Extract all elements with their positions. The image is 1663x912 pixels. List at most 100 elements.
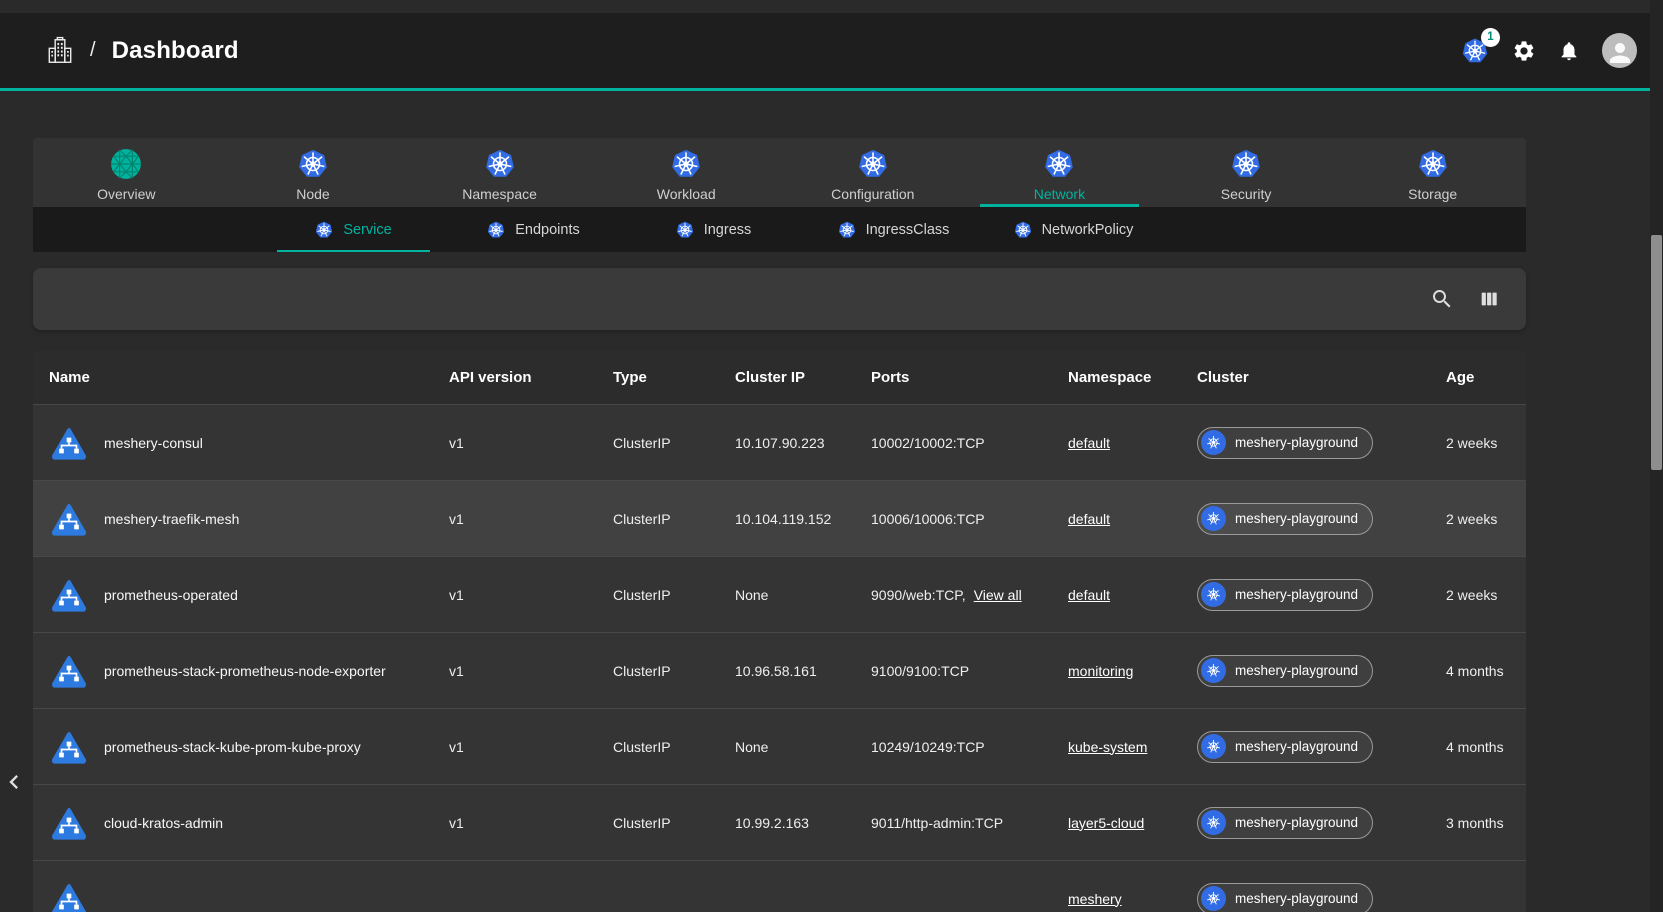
column-header-cluster[interactable]: Cluster (1197, 369, 1446, 386)
namespace-link[interactable]: default (1068, 587, 1110, 603)
network-resource-tabs: Service Endpoints IngressIngressClassNetwo… (33, 207, 1526, 252)
ports-value: 9090/web:TCP, (871, 587, 966, 603)
namespace-cell: default (1068, 511, 1197, 527)
service-name: cloud-kratos-admin (104, 815, 223, 831)
kubernetes-icon (1013, 220, 1033, 240)
name-cell: cloud-kratos-admin (49, 803, 449, 843)
ports-cell: 9011/http-admin:TCP (871, 815, 1068, 831)
header-actions: 1 (1460, 33, 1637, 68)
settings-button[interactable] (1512, 39, 1536, 63)
type-cell: ClusterIP (613, 435, 735, 451)
tab-workload[interactable]: Workload (593, 138, 780, 207)
cluster-chip[interactable]: meshery-playground (1197, 807, 1373, 839)
cluster-chip[interactable]: meshery-playground (1197, 883, 1373, 912)
cluster-chip[interactable]: meshery-playground (1197, 655, 1373, 687)
view-all-link[interactable]: View all (974, 587, 1022, 603)
subtab-networkpolicy[interactable]: NetworkPolicy (983, 207, 1163, 252)
tab-network[interactable]: Network (966, 138, 1153, 207)
tab-storage[interactable]: Storage (1339, 138, 1526, 207)
tab-label: Overview (97, 186, 155, 202)
cluster-ip-cell: None (735, 587, 871, 603)
type-cell: ClusterIP (613, 739, 735, 755)
table-row[interactable]: prometheus-operatedv1ClusterIPNone9090/w… (33, 556, 1526, 632)
subtab-label: Endpoints (515, 222, 580, 238)
namespace-cell: meshery (1068, 891, 1197, 907)
namespace-link[interactable]: kube-system (1068, 739, 1147, 755)
subtab-service[interactable]: Service (263, 207, 443, 252)
user-avatar[interactable] (1602, 33, 1637, 68)
kubernetes-icon (1201, 582, 1226, 607)
namespace-cell: monitoring (1068, 663, 1197, 679)
column-header-type[interactable]: Type (613, 369, 735, 386)
namespace-cell: kube-system (1068, 739, 1197, 755)
cluster-cell: meshery-playground (1197, 807, 1446, 839)
column-header-age[interactable]: Age (1446, 369, 1526, 386)
column-header-cluster-ip[interactable]: Cluster IP (735, 369, 871, 386)
column-header-name[interactable]: Name (49, 369, 449, 386)
ports-cell: 10006/10006:TCP (871, 511, 1068, 527)
column-header-ports[interactable]: Ports (871, 369, 1068, 386)
kubernetes-context-button[interactable]: 1 (1460, 36, 1490, 66)
cluster-chip-label: meshery-playground (1235, 663, 1358, 678)
cluster-cell: meshery-playground (1197, 579, 1446, 611)
subtab-ingress[interactable]: Ingress (623, 207, 803, 252)
cluster-chip[interactable]: meshery-playground (1197, 427, 1373, 459)
view-columns-icon (1478, 288, 1500, 310)
view-columns-button[interactable] (1478, 288, 1500, 310)
kubernetes-icon (837, 220, 857, 240)
type-cell: ClusterIP (613, 587, 735, 603)
table-row[interactable]: cloud-kratos-adminv1ClusterIP10.99.2.163… (33, 784, 1526, 860)
service-name: meshery-consul (104, 435, 203, 451)
namespace-link[interactable]: meshery (1068, 891, 1122, 907)
table-row[interactable]: meshery-traefik-meshv1ClusterIP10.104.11… (33, 480, 1526, 556)
table-row[interactable]: meshery-consulv1ClusterIP10.107.90.22310… (33, 404, 1526, 480)
subtab-endpoints[interactable]: Endpoints (443, 207, 623, 252)
namespace-link[interactable]: monitoring (1068, 663, 1133, 679)
table-row[interactable]: prometheus-stack-kube-prom-kube-proxyv1C… (33, 708, 1526, 784)
tab-namespace[interactable]: Namespace (406, 138, 593, 207)
cluster-chip[interactable]: meshery-playground (1197, 503, 1373, 535)
search-button[interactable] (1430, 287, 1454, 311)
type-cell: ClusterIP (613, 815, 735, 831)
header-accent-line (0, 88, 1663, 91)
service-name: prometheus-operated (104, 587, 238, 603)
cluster-chip[interactable]: meshery-playground (1197, 579, 1373, 611)
tab-node[interactable]: Node (220, 138, 407, 207)
namespace-link[interactable]: layer5-cloud (1068, 815, 1144, 831)
cluster-chip-label: meshery-playground (1235, 435, 1358, 450)
subtab-label: Service (343, 222, 391, 238)
tab-security[interactable]: Security (1153, 138, 1340, 207)
namespace-link[interactable]: default (1068, 511, 1110, 527)
notifications-button[interactable] (1558, 40, 1580, 62)
table-row[interactable]: meshery meshery-playground (33, 860, 1526, 912)
column-header-api-version[interactable]: API version (449, 369, 613, 386)
subtab-ingressclass[interactable]: IngressClass (803, 207, 983, 252)
column-header-namespace[interactable]: Namespace (1068, 369, 1197, 386)
ports-value: 9011/http-admin:TCP (871, 815, 1003, 831)
scrollbar-thumb[interactable] (1651, 235, 1662, 470)
table-body: meshery-consulv1ClusterIP10.107.90.22310… (33, 404, 1526, 912)
tab-overview[interactable]: Overview (33, 138, 220, 207)
resource-category-tabs: Overview Node Namespace WorkloadConfigurati… (33, 138, 1526, 207)
drawer-collapse-button[interactable] (0, 768, 28, 799)
api-version-cell: v1 (449, 511, 613, 527)
organization-building-icon[interactable] (46, 36, 74, 66)
cluster-chip[interactable]: meshery-playground (1197, 731, 1373, 763)
tab-configuration[interactable]: Configuration (780, 138, 967, 207)
services-table: NameAPI versionTypeCluster IPPortsNamesp… (33, 350, 1526, 912)
table-row[interactable]: prometheus-stack-prometheus-node-exporte… (33, 632, 1526, 708)
cluster-chip-label: meshery-playground (1235, 891, 1358, 906)
tab-label: Namespace (462, 186, 537, 202)
name-cell: prometheus-stack-kube-prom-kube-proxy (49, 727, 449, 767)
ports-cell: 9090/web:TCP, View all (871, 587, 1068, 603)
cluster-ip-cell: 10.107.90.223 (735, 435, 871, 451)
window-scrollbar[interactable] (1650, 0, 1663, 912)
app-header: / Dashboard 1 (0, 13, 1663, 88)
tab-label: Network (1034, 186, 1085, 202)
namespace-link[interactable]: default (1068, 435, 1110, 451)
kubernetes-icon (856, 147, 890, 181)
cluster-ip-cell: 10.99.2.163 (735, 815, 871, 831)
type-cell: ClusterIP (613, 663, 735, 679)
ports-value: 10006/10006:TCP (871, 511, 985, 527)
namespace-cell: default (1068, 435, 1197, 451)
